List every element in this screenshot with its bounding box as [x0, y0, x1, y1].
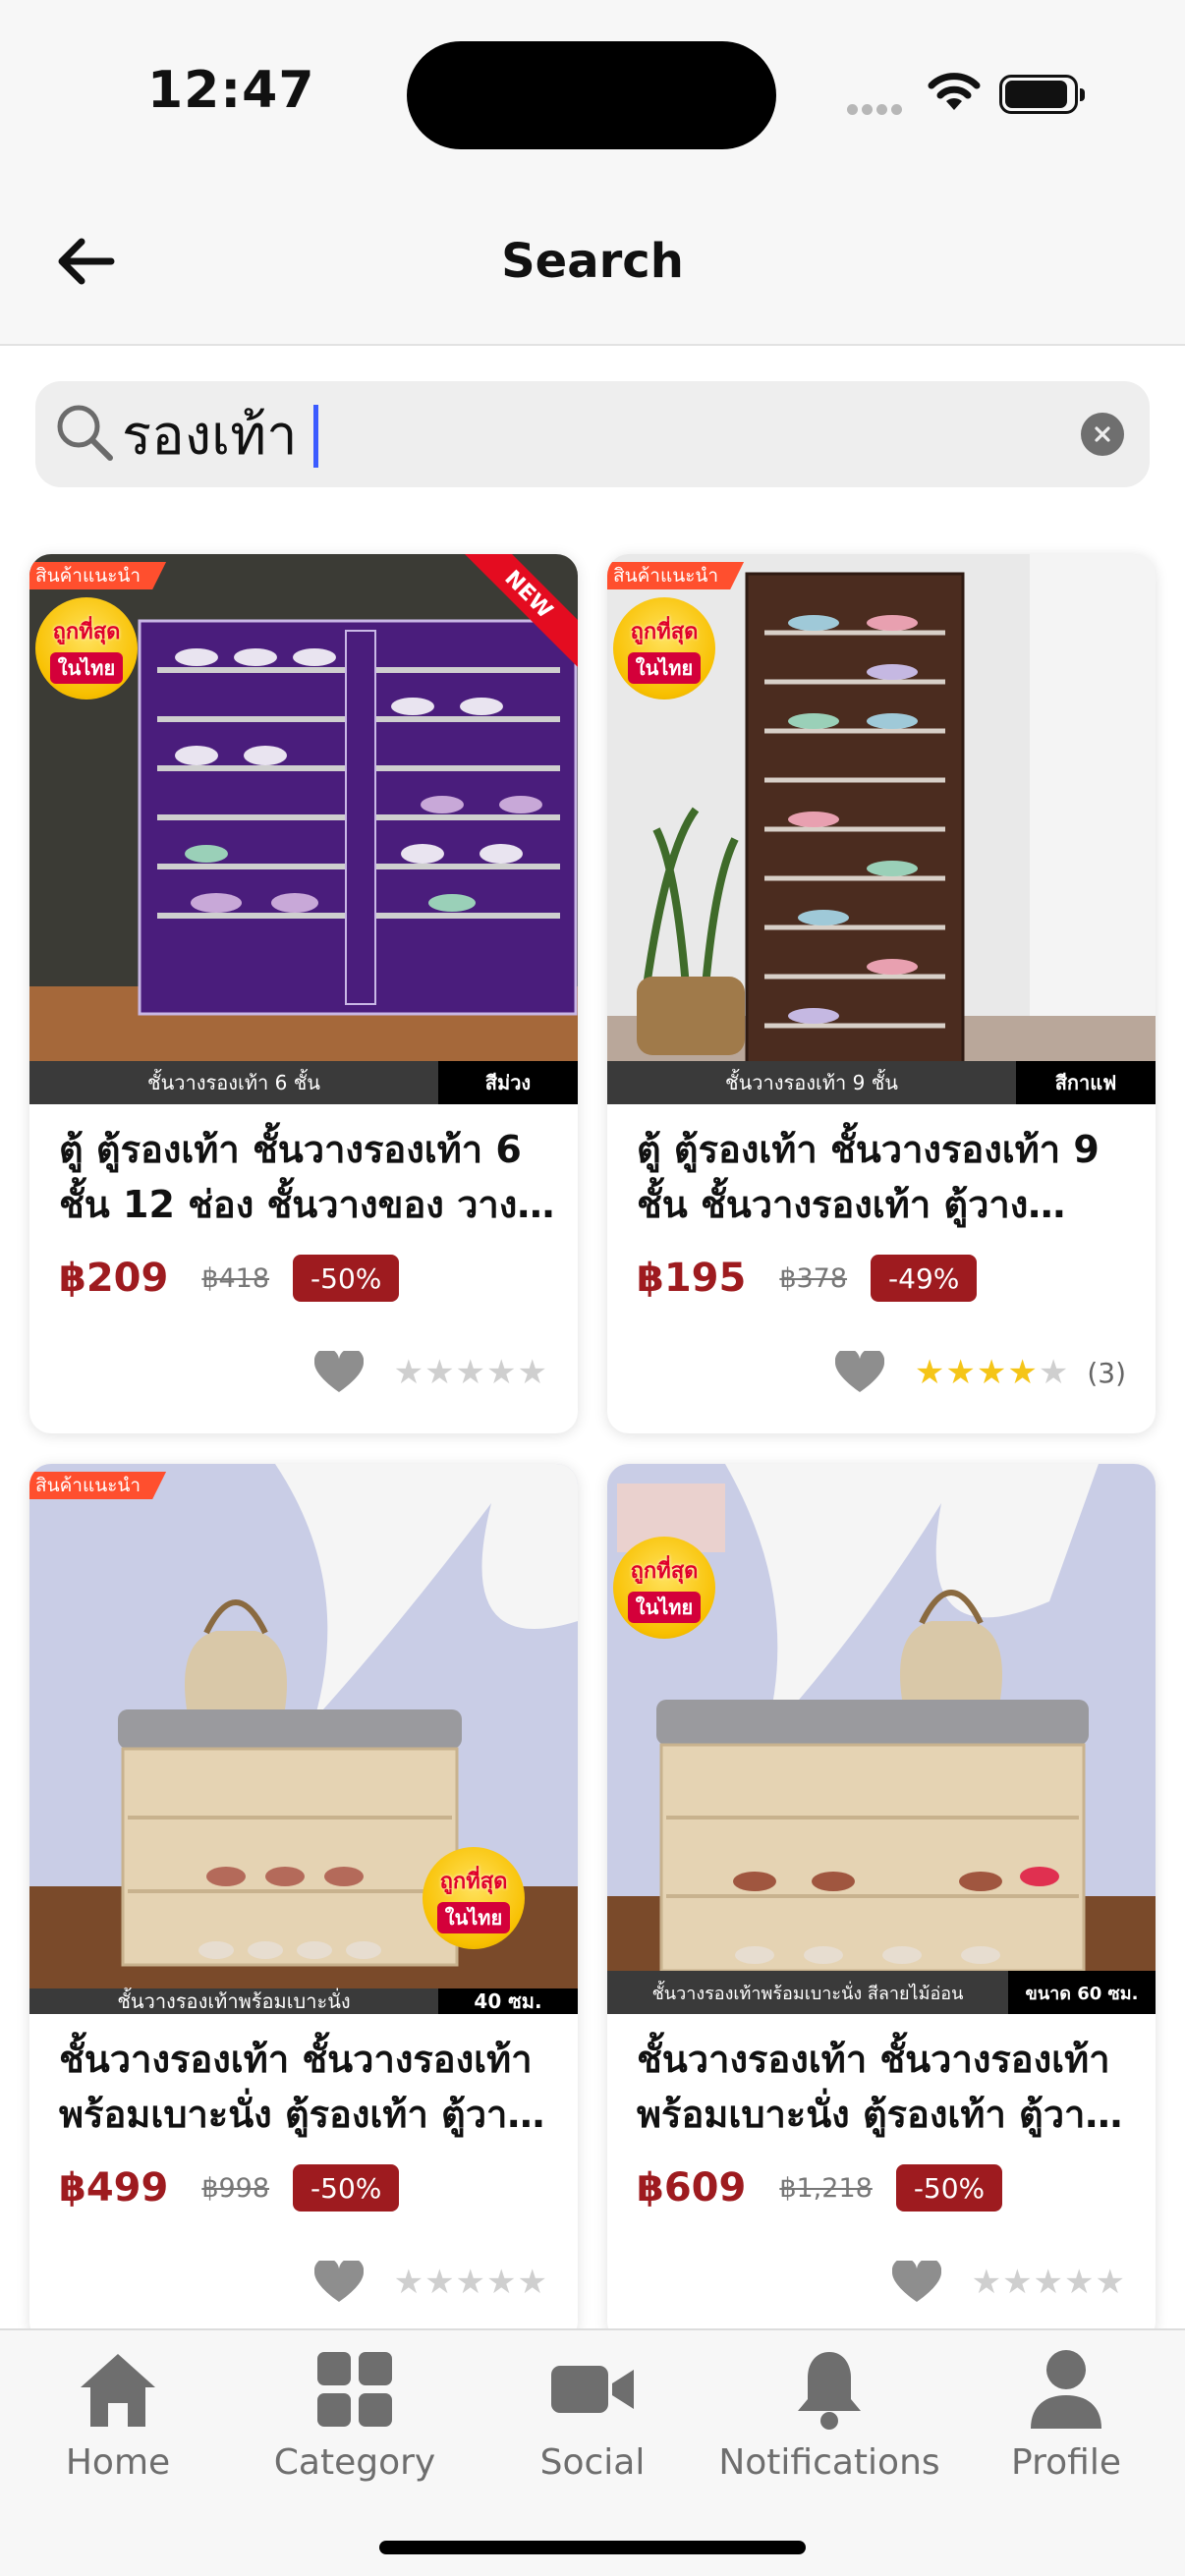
- product-card[interactable]: สินค้าแนะนำ ถูกที่สุด ในไทย NEW ชั้นวางร…: [29, 554, 578, 1433]
- product-card[interactable]: สินค้าแนะนำ ถูกที่สุด ในไทย ชั้นวางรองเท…: [29, 1464, 578, 2328]
- grid-icon: [317, 2352, 392, 2427]
- rating-row: ★★★★★: [313, 2260, 548, 2305]
- image-caption: ชั้นวางรองเท้า 9 ชั้น สีกาแฟ: [607, 1061, 1156, 1104]
- recommended-badge: สินค้าแนะนำ: [607, 562, 745, 589]
- star-rating: ★★★★★: [393, 2263, 548, 2302]
- wifi-icon: [928, 73, 981, 110]
- cellular-signal-icon: [847, 100, 910, 115]
- rating-row: ★★★★★: [891, 2260, 1126, 2305]
- video-camera-icon: [551, 2366, 634, 2413]
- original-price: ฿378: [779, 1262, 848, 1294]
- product-title: ชั้นวางรองเท้า ชั้นวางรองเท้า พร้อมเบาะน…: [637, 2038, 1110, 2136]
- image-caption: ชั้นวางรองเท้า 6 ชั้น สีม่วง: [29, 1061, 578, 1104]
- product-card[interactable]: ถูกที่สุด ในไทย ชั้นวางรองเท้าพร้อมเบาะน…: [607, 1464, 1156, 2328]
- person-icon: [1031, 2350, 1101, 2429]
- search-input[interactable]: [122, 389, 1006, 479]
- close-icon: [1095, 426, 1110, 442]
- tab-label: Home: [65, 2442, 171, 2483]
- star-rating: ★★★★★: [393, 1353, 548, 1392]
- image-caption: ชั้นวางรองเท้าพร้อมเบาะนั่ง 40 ซม.: [29, 1988, 578, 2014]
- search-icon: [57, 405, 113, 461]
- tab-home[interactable]: Home: [0, 2340, 236, 2507]
- discount-badge: -50%: [293, 1255, 400, 1302]
- home-indicator: [379, 2541, 806, 2554]
- search-box[interactable]: [35, 381, 1150, 487]
- cheapest-badge: ถูกที่สุด ในไทย: [423, 1847, 525, 1949]
- page-title: Search: [501, 234, 684, 289]
- product-title: ชั้นวางรองเท้า ชั้นวางรองเท้า พร้อมเบาะน…: [59, 2038, 533, 2136]
- image-caption: ชั้นวางรองเท้าพร้อมเบาะนั่ง สีลายไม้อ่อน…: [607, 1971, 1156, 2014]
- tab-notifications[interactable]: Notifications: [711, 2340, 947, 2507]
- clear-search-button[interactable]: [1081, 413, 1124, 456]
- bottom-tab-bar: Home Category Social Notifications Profi…: [0, 2328, 1185, 2576]
- search-section: [0, 346, 1185, 513]
- product-grid: สินค้าแนะนำ ถูกที่สุด ในไทย NEW ชั้นวางร…: [0, 513, 1185, 2328]
- rating-count: (3): [1087, 1356, 1126, 1389]
- rating-row: ★★★★★ (3): [834, 1350, 1126, 1395]
- heart-icon: [891, 2261, 941, 2302]
- battery-icon: [999, 75, 1085, 114]
- wishlist-button[interactable]: [891, 2260, 942, 2305]
- product-image: สินค้าแนะนำ ถูกที่สุด ในไทย ชั้นวางรองเท…: [607, 554, 1156, 1104]
- original-price: ฿1,218: [779, 2172, 873, 2204]
- product-title: ตู้ ตู้รองเท้า ชั้นวางรองเท้า 6 ชั้น 12 …: [59, 1128, 522, 1226]
- cheapest-badge: ถูกที่สุด ในไทย: [613, 1537, 715, 1639]
- discount-badge: -49%: [871, 1255, 978, 1302]
- star-rating: ★★★★★: [914, 1353, 1070, 1392]
- nav-header: Search: [0, 187, 1185, 346]
- price-row: ฿209 ฿418 -50%: [59, 1254, 400, 1303]
- heart-icon: [834, 1351, 884, 1392]
- sale-price: ฿195: [637, 1256, 747, 1301]
- product-image: สินค้าแนะนำ ถูกที่สุด ในไทย ชั้นวางรองเท…: [29, 1464, 578, 2014]
- original-price: ฿418: [201, 1262, 270, 1294]
- tab-social[interactable]: Social: [475, 2340, 710, 2507]
- product-title: ตู้ ตู้รองเท้า ชั้นวางรองเท้า 9 ชั้น ชั้…: [637, 1128, 1100, 1226]
- tab-label: Category: [273, 2442, 436, 2483]
- heart-icon: [313, 2261, 364, 2302]
- cheapest-badge: ถูกที่สุด ในไทย: [613, 597, 715, 700]
- wishlist-button[interactable]: [313, 1350, 365, 1395]
- tab-label: Notifications: [718, 2442, 940, 2483]
- discount-badge: -50%: [293, 2164, 400, 2212]
- original-price: ฿998: [201, 2172, 270, 2204]
- star-rating: ★★★★★: [971, 2263, 1126, 2302]
- price-row: ฿195 ฿378 -49%: [637, 1254, 978, 1303]
- product-image: ถูกที่สุด ในไทย ชั้นวางรองเท้าพร้อมเบาะน…: [607, 1464, 1156, 2014]
- tab-label: Social: [539, 2442, 646, 2483]
- wishlist-button[interactable]: [834, 1350, 885, 1395]
- product-image: สินค้าแนะนำ ถูกที่สุด ในไทย NEW ชั้นวางร…: [29, 554, 578, 1104]
- text-caret: [313, 405, 318, 468]
- price-row: ฿609 ฿1,218 -50%: [637, 2163, 1003, 2212]
- cheapest-badge: ถูกที่สุด ในไทย: [35, 597, 138, 700]
- tab-label: Profile: [1011, 2442, 1121, 2483]
- sale-price: ฿499: [59, 2165, 169, 2211]
- tab-category[interactable]: Category: [237, 2340, 473, 2507]
- bell-icon: [798, 2352, 861, 2430]
- recommended-badge: สินค้าแนะนำ: [29, 1472, 167, 1499]
- sale-price: ฿209: [59, 1256, 169, 1301]
- home-icon: [81, 2354, 155, 2427]
- recommended-badge: สินค้าแนะนำ: [29, 562, 167, 589]
- sale-price: ฿609: [637, 2165, 747, 2211]
- heart-icon: [313, 1351, 364, 1392]
- status-bar: 12:47: [0, 0, 1185, 187]
- tab-profile[interactable]: Profile: [948, 2340, 1184, 2507]
- price-row: ฿499 ฿998 -50%: [59, 2163, 400, 2212]
- product-card[interactable]: สินค้าแนะนำ ถูกที่สุด ในไทย ชั้นวางรองเท…: [607, 554, 1156, 1433]
- rating-row: ★★★★★: [313, 1350, 548, 1395]
- status-time: 12:47: [147, 61, 315, 120]
- dynamic-island: [407, 41, 776, 149]
- wishlist-button[interactable]: [313, 2260, 365, 2305]
- discount-badge: -50%: [895, 2164, 1003, 2212]
